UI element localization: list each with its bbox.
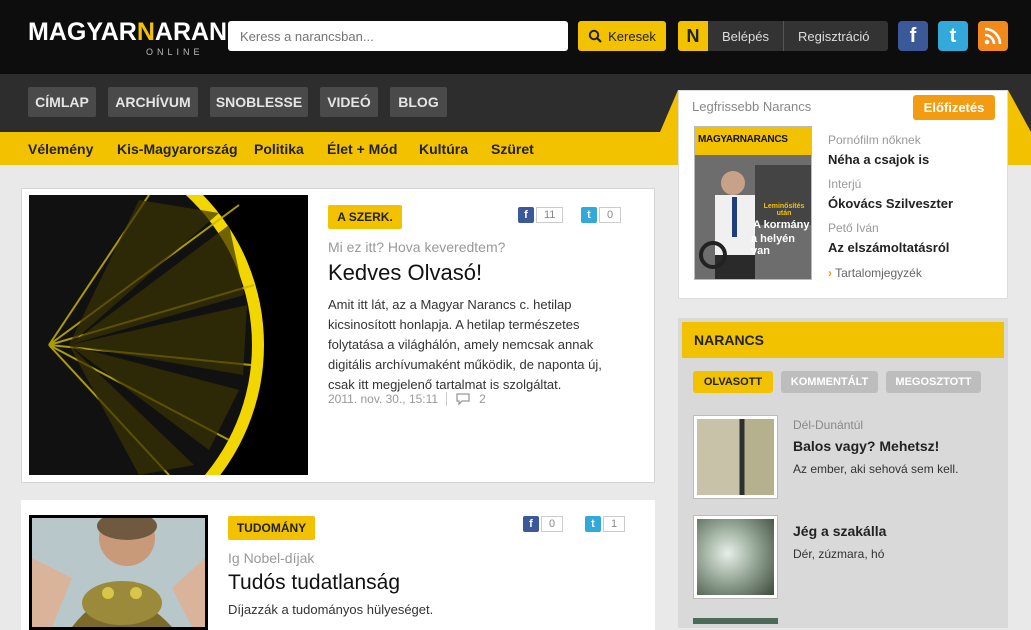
article-image-frog[interactable] — [29, 515, 208, 630]
article-lead: Amit itt lát, az a Magyar Narancs c. het… — [328, 297, 602, 392]
category-kultura[interactable]: Kultúra — [419, 141, 468, 157]
site-logo[interactable]: MAGYARNARANCS ONLINE — [28, 14, 262, 60]
twitter-icon: t — [581, 207, 597, 223]
facebook-count: 0 — [541, 516, 564, 532]
twitter-icon[interactable]: t — [938, 21, 968, 51]
panel-title: NARANCS — [682, 322, 1004, 358]
article-kicker: Ig Nobel-díjak — [228, 550, 315, 566]
logo-left: MAGYAR — [28, 18, 137, 46]
logo-wordmark: MAGYARNARANCS — [28, 18, 262, 47]
latest-issue-label: Legfrissebb Narancs — [692, 99, 812, 114]
nav-archivum[interactable]: ARCHÍVUM — [108, 87, 198, 117]
popular-item-image[interactable] — [693, 415, 778, 499]
comment-icon[interactable] — [455, 392, 471, 406]
twitter-count: 0 — [599, 207, 622, 223]
facebook-icon[interactable]: f — [898, 21, 928, 51]
decor-corner-left — [660, 90, 678, 132]
popular-item-title[interactable]: Jég a szakálla — [793, 523, 886, 539]
cover-logo: MAGYARNARANCS — [698, 134, 788, 145]
cover-small-headline: Leminősítés után — [763, 203, 805, 217]
tab-kommentalt[interactable]: KOMMENTÁLT — [781, 371, 878, 393]
popular-item-image[interactable] — [693, 515, 778, 599]
twitter-share[interactable]: t 0 — [581, 207, 622, 223]
toc-link-label: Tartalomjegyzék — [835, 266, 922, 280]
article-meta: 2011. nov. 30., 15:11 2 — [328, 392, 486, 406]
article-title[interactable]: Tudós tudatlanság — [228, 571, 400, 595]
category-politika[interactable]: Politika — [254, 141, 304, 157]
popular-item-category: Dél-Dunántúl — [793, 418, 864, 432]
chevron-right-icon: › — [828, 266, 832, 280]
article-image-lemon[interactable] — [29, 195, 308, 475]
facebook-share[interactable]: f 0 — [523, 516, 564, 532]
nav-snoblesse[interactable]: SNOBLESSE — [210, 87, 308, 117]
search-input[interactable] — [228, 21, 568, 51]
category-velemeny[interactable]: Vélemény — [28, 141, 93, 157]
toc-category: Interjú — [828, 177, 862, 191]
toc-title[interactable]: Néha a csajok is — [828, 152, 929, 167]
cover-headline-1: A kormány — [753, 219, 810, 231]
narancs-n-icon[interactable]: N — [678, 21, 708, 51]
nav-video[interactable]: VIDEÓ — [320, 87, 378, 117]
article-date: 2011. nov. 30., 15:11 — [328, 392, 439, 406]
decor-corner-right — [1008, 90, 1031, 132]
nav-blog[interactable]: BLOG — [390, 87, 447, 117]
category-szuret[interactable]: Szüret — [491, 141, 534, 157]
facebook-icon: f — [518, 207, 534, 223]
logo-subtitle: ONLINE — [146, 47, 204, 57]
search-icon — [588, 29, 602, 43]
toc-title[interactable]: Ókovács Szilveszter — [828, 196, 953, 211]
article-tag[interactable]: TUDOMÁNY — [228, 516, 315, 540]
category-elet-mod[interactable]: Élet + Mód — [327, 141, 397, 157]
twitter-count: 1 — [603, 516, 626, 532]
top-bar: MAGYARNARANCS ONLINE Keresek N Belépés R… — [0, 0, 1031, 74]
tab-olvasott[interactable]: OLVASOTT — [693, 371, 773, 393]
cover-headline-2: a helyén van — [751, 233, 796, 257]
toc-category: Pető Iván — [828, 221, 879, 235]
register-link[interactable]: Regisztráció — [784, 29, 884, 44]
article-title[interactable]: Kedves Olvasó! — [328, 260, 482, 286]
popular-item-image[interactable] — [693, 618, 778, 624]
facebook-share[interactable]: f 11 — [518, 207, 564, 223]
article-tag[interactable]: A SZERK. — [328, 205, 402, 229]
toc-category: Pornófilm nőknek — [828, 133, 921, 147]
article-kicker: Mi ez itt? Hova keveredtem? — [328, 239, 506, 255]
rss-icon[interactable] — [978, 21, 1008, 51]
cover-masthead: MAGYARNARANCS — [695, 127, 811, 155]
toc-link[interactable]: › Tartalomjegyzék — [828, 266, 922, 280]
comment-count[interactable]: 2 — [479, 392, 486, 406]
login-link[interactable]: Belépés — [708, 29, 783, 44]
search-button[interactable]: Keresek — [578, 21, 666, 51]
divider — [446, 392, 448, 406]
subscribe-button[interactable]: Előfizetés — [913, 95, 995, 120]
twitter-share[interactable]: t 1 — [585, 516, 626, 532]
category-kis-magyarorszag[interactable]: Kis-Magyarország — [117, 141, 238, 157]
tab-megosztott[interactable]: MEGOSZTOTT — [886, 371, 981, 393]
facebook-icon: f — [523, 516, 539, 532]
account-box: N Belépés Regisztráció — [678, 21, 888, 51]
facebook-count: 11 — [536, 207, 564, 223]
logo-n: N — [136, 18, 155, 46]
popular-item-title[interactable]: Balos vagy? Mehetsz! — [793, 438, 939, 454]
article-lead: Díjazzák a tudományos hülyeséget. — [228, 602, 434, 617]
toc-title[interactable]: Az elszámoltatásról — [828, 240, 949, 255]
magazine-cover[interactable]: MAGYARNARANCS Leminősítés után A kormány… — [694, 126, 812, 280]
nav-cimlap[interactable]: CÍMLAP — [28, 87, 96, 117]
search-button-label: Keresek — [608, 28, 656, 44]
twitter-icon: t — [585, 516, 601, 532]
popular-item-desc: Dér, zúzmara, hó — [793, 547, 885, 561]
popular-item-desc: Az ember, aki sehová sem kell. — [793, 462, 959, 476]
